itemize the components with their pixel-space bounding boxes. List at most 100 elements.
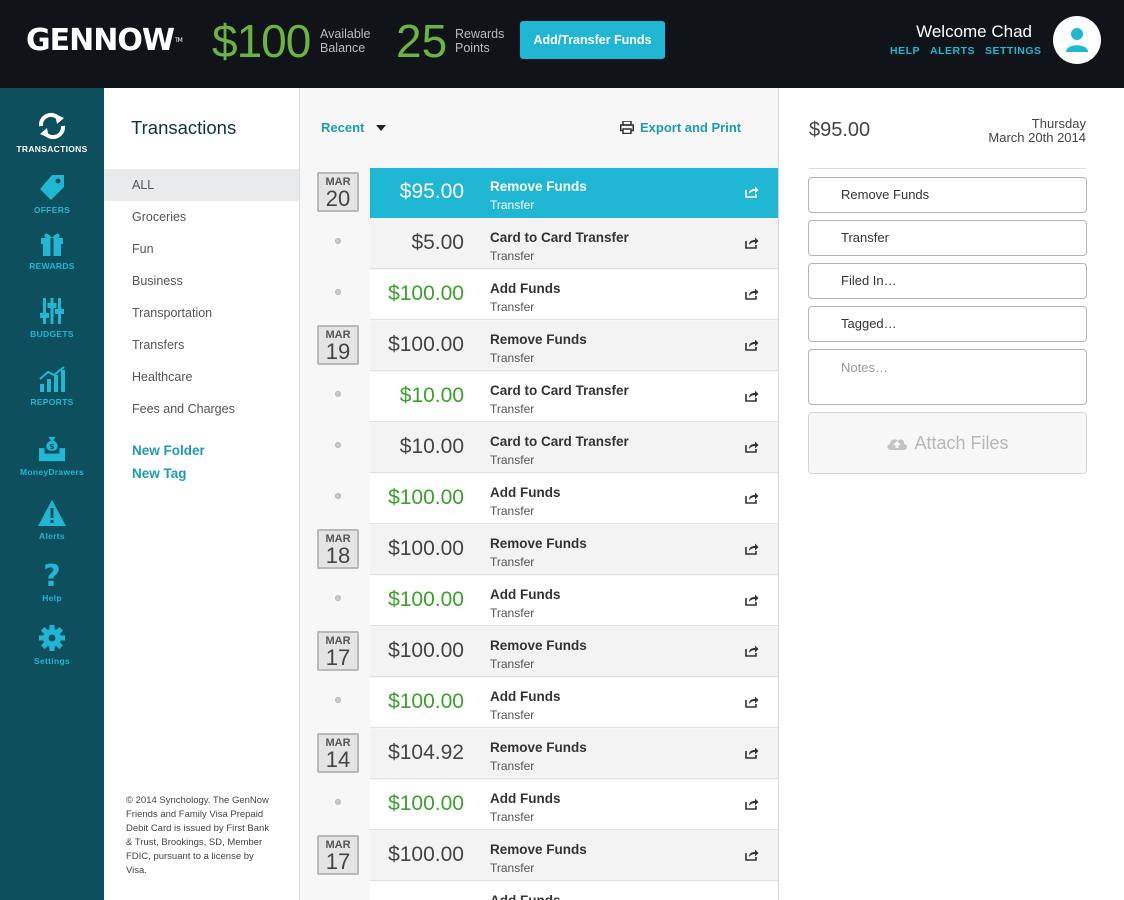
share-icon[interactable] bbox=[745, 339, 759, 351]
share-icon[interactable] bbox=[745, 237, 759, 249]
nav-reports[interactable]: REPORTS bbox=[0, 365, 104, 407]
share-icon[interactable] bbox=[745, 288, 759, 300]
transaction-title: Add Funds bbox=[490, 281, 561, 296]
table-row[interactable]: $100.00 Remove Funds Transfer bbox=[370, 525, 778, 575]
rewards-points-label: Rewards Points bbox=[455, 27, 505, 55]
table-row[interactable]: $100.00 Remove Funds Transfer bbox=[370, 831, 778, 881]
table-row[interactable]: $104.92 Remove Funds Transfer bbox=[370, 729, 778, 779]
share-icon[interactable] bbox=[745, 798, 759, 810]
add-transfer-funds-button[interactable]: Add/Transfer Funds bbox=[520, 21, 665, 59]
share-icon[interactable] bbox=[745, 594, 759, 606]
nav-offers[interactable]: OFFERS bbox=[0, 173, 104, 215]
alerts-link[interactable]: ALERTS bbox=[930, 45, 975, 57]
transaction-amount: $100.00 bbox=[388, 639, 464, 662]
share-icon[interactable] bbox=[745, 747, 759, 759]
detail-category-field[interactable]: Transfer bbox=[808, 220, 1087, 256]
nav-alerts[interactable]: Alerts bbox=[0, 499, 104, 541]
share-icon[interactable] bbox=[745, 186, 759, 198]
categories-panel: Transactions ALL Groceries Fun Business … bbox=[104, 88, 300, 900]
share-icon[interactable] bbox=[745, 645, 759, 657]
share-icon[interactable] bbox=[745, 696, 759, 708]
table-row[interactable]: $5.00 Card to Card Transfer Transfer bbox=[370, 219, 778, 269]
detail-type-field[interactable]: Remove Funds bbox=[808, 177, 1087, 213]
table-row[interactable]: $100.00 Add Funds Transfer bbox=[370, 270, 778, 320]
nav-help[interactable]: ? Help bbox=[0, 561, 104, 603]
date-badge: MAR 18 bbox=[317, 529, 359, 569]
category-transfers[interactable]: Transfers bbox=[104, 329, 299, 361]
gennow-logo[interactable]: GENNOWTM bbox=[26, 24, 183, 58]
nav-label: Help bbox=[42, 593, 62, 603]
new-folder-link[interactable]: New Folder bbox=[132, 443, 205, 458]
transaction-amount: $100.00 bbox=[388, 282, 464, 305]
warning-icon bbox=[38, 500, 66, 526]
category-all[interactable]: ALL bbox=[104, 169, 299, 201]
table-row[interactable]: $10.00 Card to Card Transfer Transfer bbox=[370, 372, 778, 422]
table-row[interactable]: $100.00 Remove Funds Transfer bbox=[370, 321, 778, 371]
transaction-subtitle: Transfer bbox=[490, 810, 535, 824]
transaction-subtitle: Transfer bbox=[490, 453, 535, 467]
nav-budgets[interactable]: BUDGETS bbox=[0, 297, 104, 339]
share-icon[interactable] bbox=[745, 492, 759, 504]
sliders-icon bbox=[40, 298, 64, 324]
avatar[interactable] bbox=[1053, 16, 1101, 64]
nav-label: REWARDS bbox=[29, 261, 75, 271]
filed-in-field[interactable]: Filed In… bbox=[808, 263, 1087, 299]
export-print-button[interactable]: Export and Print bbox=[620, 120, 741, 135]
transaction-details-panel: $95.00 Thursday March 20th 2014 Remove F… bbox=[779, 88, 1124, 900]
table-row[interactable]: $95.00 Remove Funds Transfer bbox=[370, 168, 778, 218]
settings-link[interactable]: SETTINGS bbox=[985, 45, 1042, 57]
transaction-subtitle: Transfer bbox=[490, 759, 535, 773]
transaction-subtitle: Transfer bbox=[490, 402, 535, 416]
nav-transactions[interactable]: TRANSACTIONS bbox=[0, 112, 104, 154]
nav-label: MoneyDrawers bbox=[19, 467, 85, 477]
gear-icon bbox=[39, 625, 65, 651]
transaction-amount: $100.00 bbox=[388, 792, 464, 815]
transaction-subtitle: Transfer bbox=[490, 198, 535, 212]
category-groceries[interactable]: Groceries bbox=[104, 201, 299, 233]
notes-field[interactable] bbox=[808, 349, 1087, 405]
user-icon bbox=[1066, 28, 1088, 52]
nav-moneydrawers[interactable]: $ MoneyDrawers bbox=[0, 435, 104, 477]
detail-amount: $95.00 bbox=[809, 119, 871, 141]
nav-label: Alerts bbox=[39, 531, 65, 541]
category-transportation[interactable]: Transportation bbox=[104, 297, 299, 329]
transaction-subtitle: Transfer bbox=[490, 708, 535, 722]
share-icon[interactable] bbox=[745, 441, 759, 453]
category-fun[interactable]: Fun bbox=[104, 233, 299, 265]
share-icon[interactable] bbox=[745, 390, 759, 402]
date-day: 17 bbox=[325, 645, 351, 670]
table-row[interactable]: $100.00 Remove Funds Transfer bbox=[370, 627, 778, 677]
new-tag-link[interactable]: New Tag bbox=[132, 466, 187, 481]
date-day: 18 bbox=[325, 543, 351, 568]
recent-filter-dropdown[interactable]: Recent bbox=[321, 120, 364, 135]
category-fees-and-charges[interactable]: Fees and Charges bbox=[104, 393, 299, 425]
category-business[interactable]: Business bbox=[104, 265, 299, 297]
table-row[interactable]: $100.00 Add Funds Transfer bbox=[370, 576, 778, 626]
rewards-points-amount: 25 bbox=[396, 15, 448, 67]
transaction-title: Add Funds bbox=[490, 587, 561, 602]
date-day: 19 bbox=[325, 339, 351, 364]
transaction-amount: $100.00 bbox=[388, 486, 464, 509]
share-icon[interactable] bbox=[745, 849, 759, 861]
tagged-field[interactable]: Tagged… bbox=[808, 306, 1087, 342]
nav-label: OFFERS bbox=[33, 205, 71, 215]
table-row[interactable]: $100.00 Add Funds Transfer bbox=[370, 780, 778, 830]
timeline-dot bbox=[335, 442, 341, 448]
transaction-subtitle: Transfer bbox=[490, 657, 535, 671]
timeline-dot bbox=[335, 391, 341, 397]
category-healthcare[interactable]: Healthcare bbox=[104, 361, 299, 393]
chevron-down-icon[interactable] bbox=[376, 125, 386, 131]
transaction-amount: $100.00 bbox=[388, 690, 464, 713]
help-link[interactable]: HELP bbox=[890, 45, 920, 57]
attach-files-button[interactable]: Attach Files bbox=[808, 412, 1087, 474]
nav-rewards[interactable]: REWARDS bbox=[0, 229, 104, 271]
table-row[interactable]: $100.00 Add Funds Transfer bbox=[370, 474, 778, 524]
table-row[interactable]: $10.00 Card to Card Transfer Transfer bbox=[370, 423, 778, 473]
nav-settings[interactable]: Settings bbox=[0, 624, 104, 666]
share-icon[interactable] bbox=[745, 543, 759, 555]
transaction-title: Remove Funds bbox=[490, 536, 587, 551]
svg-text:?: ? bbox=[43, 561, 60, 589]
transaction-subtitle: Transfer bbox=[490, 555, 535, 569]
table-row[interactable]: Add Funds bbox=[370, 882, 778, 900]
table-row[interactable]: $100.00 Add Funds Transfer bbox=[370, 678, 778, 728]
